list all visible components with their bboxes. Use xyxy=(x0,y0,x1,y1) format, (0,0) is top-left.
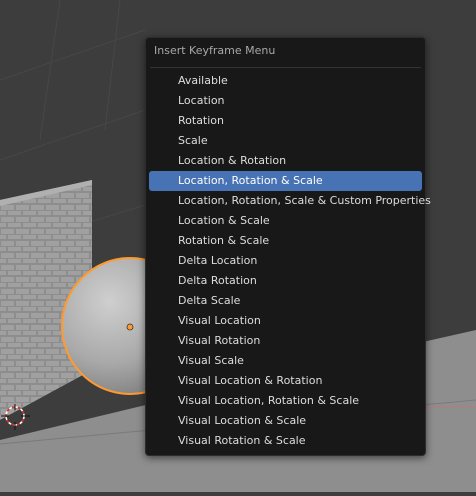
menu-item-delta-rotation[interactable]: Delta Rotation xyxy=(149,271,422,291)
menu-item-visual-location-and-scale[interactable]: Visual Location & Scale xyxy=(149,411,422,431)
menu-title: Insert Keyframe Menu xyxy=(154,44,276,57)
insert-keyframe-menu: Insert Keyframe Menu Available Location Ro… xyxy=(145,37,431,456)
menu-item-visual-rotation-and-scale[interactable]: Visual Rotation & Scale xyxy=(149,431,422,451)
menu-item-location-rotation-scale-and-custom-properties[interactable]: Location, Rotation, Scale & Custom Prope… xyxy=(149,191,431,211)
menu-item-visual-scale[interactable]: Visual Scale xyxy=(149,351,422,371)
menu-separator xyxy=(150,67,421,68)
menu-item-visual-rotation[interactable]: Visual Rotation xyxy=(149,331,422,351)
object-origin-icon xyxy=(126,323,134,331)
menu-item-scale[interactable]: Scale xyxy=(149,131,422,151)
menu-item-location-and-scale[interactable]: Location & Scale xyxy=(149,211,422,231)
menu-item-location-rotation-and-scale[interactable]: Location, Rotation & Scale xyxy=(149,171,422,191)
menu-items: Available Location Rotation Scale Location &… xyxy=(149,71,431,451)
menu-item-location-and-rotation[interactable]: Location & Rotation xyxy=(149,151,422,171)
menu-item-visual-location-rotation-and-scale[interactable]: Visual Location, Rotation & Scale xyxy=(149,391,422,411)
menu-item-location[interactable]: Location xyxy=(149,91,422,111)
3d-viewport[interactable]: Insert Keyframe Menu Available Location Ro… xyxy=(0,0,476,492)
menu-item-delta-scale[interactable]: Delta Scale xyxy=(149,291,422,311)
menu-item-rotation-and-scale[interactable]: Rotation & Scale xyxy=(149,231,422,251)
menu-item-visual-location-and-rotation[interactable]: Visual Location & Rotation xyxy=(149,371,422,391)
menu-item-rotation[interactable]: Rotation xyxy=(149,111,422,131)
menu-item-visual-location[interactable]: Visual Location xyxy=(149,311,422,331)
menu-item-delta-location[interactable]: Delta Location xyxy=(149,251,422,271)
menu-item-available[interactable]: Available xyxy=(149,71,422,91)
